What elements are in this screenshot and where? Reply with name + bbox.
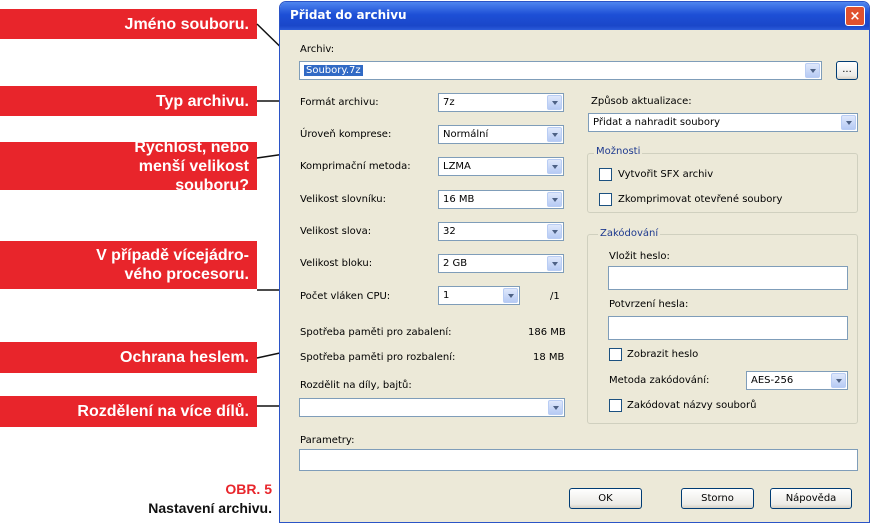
chevron-down-icon[interactable] (547, 224, 562, 239)
compression-level-combo[interactable]: Normální (438, 125, 564, 144)
show-password-checkbox[interactable] (609, 348, 622, 361)
word-size-value: 32 (443, 226, 456, 237)
compress-open-files-label: Zkomprimovat otevřené soubory (618, 194, 783, 205)
block-size-combo[interactable]: 2 GB (438, 254, 564, 273)
ok-button[interactable]: OK (569, 488, 642, 509)
split-volumes-label: Rozdělit na díly, bajtů: (300, 380, 412, 391)
archive-name-combo[interactable]: Soubory.7z (299, 61, 822, 80)
compression-level-value: Normální (443, 129, 489, 140)
parameters-label: Parametry: (300, 435, 355, 446)
figure-number: OBR. 5 (225, 481, 272, 497)
update-mode-combo[interactable]: Přidat a nahradit soubory (588, 113, 858, 132)
dictionary-size-value: 16 MB (443, 194, 475, 205)
password-label: Vložit heslo: (609, 251, 670, 262)
memory-pack-value: 186 MB (528, 327, 566, 338)
encryption-method-value: AES-256 (751, 375, 794, 386)
format-combo[interactable]: 7z (438, 93, 564, 112)
chevron-down-icon[interactable] (547, 127, 562, 142)
archive-label: Archiv: (300, 44, 335, 55)
block-size-value: 2 GB (443, 258, 468, 269)
parameters-input[interactable] (299, 449, 858, 471)
cpu-threads-max: /1 (550, 291, 560, 302)
close-icon: × (849, 9, 861, 24)
confirm-password-input[interactable] (608, 316, 848, 340)
compress-open-files-checkbox[interactable] (599, 193, 612, 206)
encrypt-file-names-checkbox[interactable] (609, 399, 622, 412)
archive-name-value: Soubory.7z (304, 65, 363, 76)
compression-level-label: Úroveň komprese: (300, 129, 392, 140)
chevron-down-icon[interactable] (547, 256, 562, 271)
memory-unpack-value: 18 MB (533, 352, 565, 363)
encrypt-file-names-label: Zakódovat názvy souborů (627, 400, 757, 411)
encryption-group-label: Zakódování (598, 228, 661, 239)
chevron-down-icon[interactable] (841, 115, 856, 130)
dialog-title: Přidat do archivu (290, 8, 407, 22)
title-bar[interactable]: Přidat do archivu × (280, 2, 869, 30)
update-mode-label: Způsob aktualizace: (591, 96, 692, 107)
close-button[interactable]: × (845, 6, 865, 26)
chevron-down-icon[interactable] (805, 63, 820, 78)
chevron-down-icon[interactable] (547, 95, 562, 110)
memory-pack-label: Spotřeba paměti pro zabalení: (300, 327, 452, 338)
confirm-password-label: Potvrzení hesla: (609, 299, 689, 310)
add-to-archive-dialog: Přidat do archivu × Archiv: Soubory.7z .… (279, 1, 870, 523)
chevron-down-icon[interactable] (547, 192, 562, 207)
format-label: Formát archivu: (300, 97, 379, 108)
show-password-label: Zobrazit heslo (627, 349, 699, 360)
cpu-threads-value: 1 (443, 290, 450, 301)
method-value: LZMA (443, 161, 471, 172)
browse-button[interactable]: ... (836, 61, 858, 80)
help-button[interactable]: Nápověda (770, 488, 852, 509)
chevron-down-icon[interactable] (831, 373, 846, 388)
sfx-label: Vytvořit SFX archiv (618, 169, 714, 180)
options-group-label: Možnosti (594, 146, 643, 157)
encryption-method-combo[interactable]: AES-256 (746, 371, 848, 390)
chevron-down-icon[interactable] (548, 400, 563, 415)
dictionary-size-label: Velikost slovníku: (300, 194, 386, 205)
figure-caption: Nastavení archivu. (148, 500, 272, 516)
cancel-button[interactable]: Storno (681, 488, 754, 509)
method-label: Komprimační metoda: (300, 161, 411, 172)
chevron-down-icon[interactable] (547, 159, 562, 174)
cpu-threads-label: Počet vláken CPU: (300, 291, 391, 302)
memory-unpack-label: Spotřeba paměti pro rozbalení: (300, 352, 456, 363)
chevron-down-icon[interactable] (503, 288, 518, 303)
update-mode-value: Přidat a nahradit soubory (593, 117, 721, 128)
word-size-label: Velikost slova: (300, 226, 372, 237)
password-input[interactable] (608, 266, 848, 290)
method-combo[interactable]: LZMA (438, 157, 564, 176)
format-value: 7z (443, 97, 455, 108)
encryption-method-label: Metoda zakódování: (609, 375, 710, 386)
word-size-combo[interactable]: 32 (438, 222, 564, 241)
dictionary-size-combo[interactable]: 16 MB (438, 190, 564, 209)
block-size-label: Velikost bloku: (300, 258, 373, 269)
sfx-checkbox[interactable] (599, 168, 612, 181)
split-volumes-combo[interactable] (299, 398, 565, 417)
cpu-threads-combo[interactable]: 1 (438, 286, 520, 305)
